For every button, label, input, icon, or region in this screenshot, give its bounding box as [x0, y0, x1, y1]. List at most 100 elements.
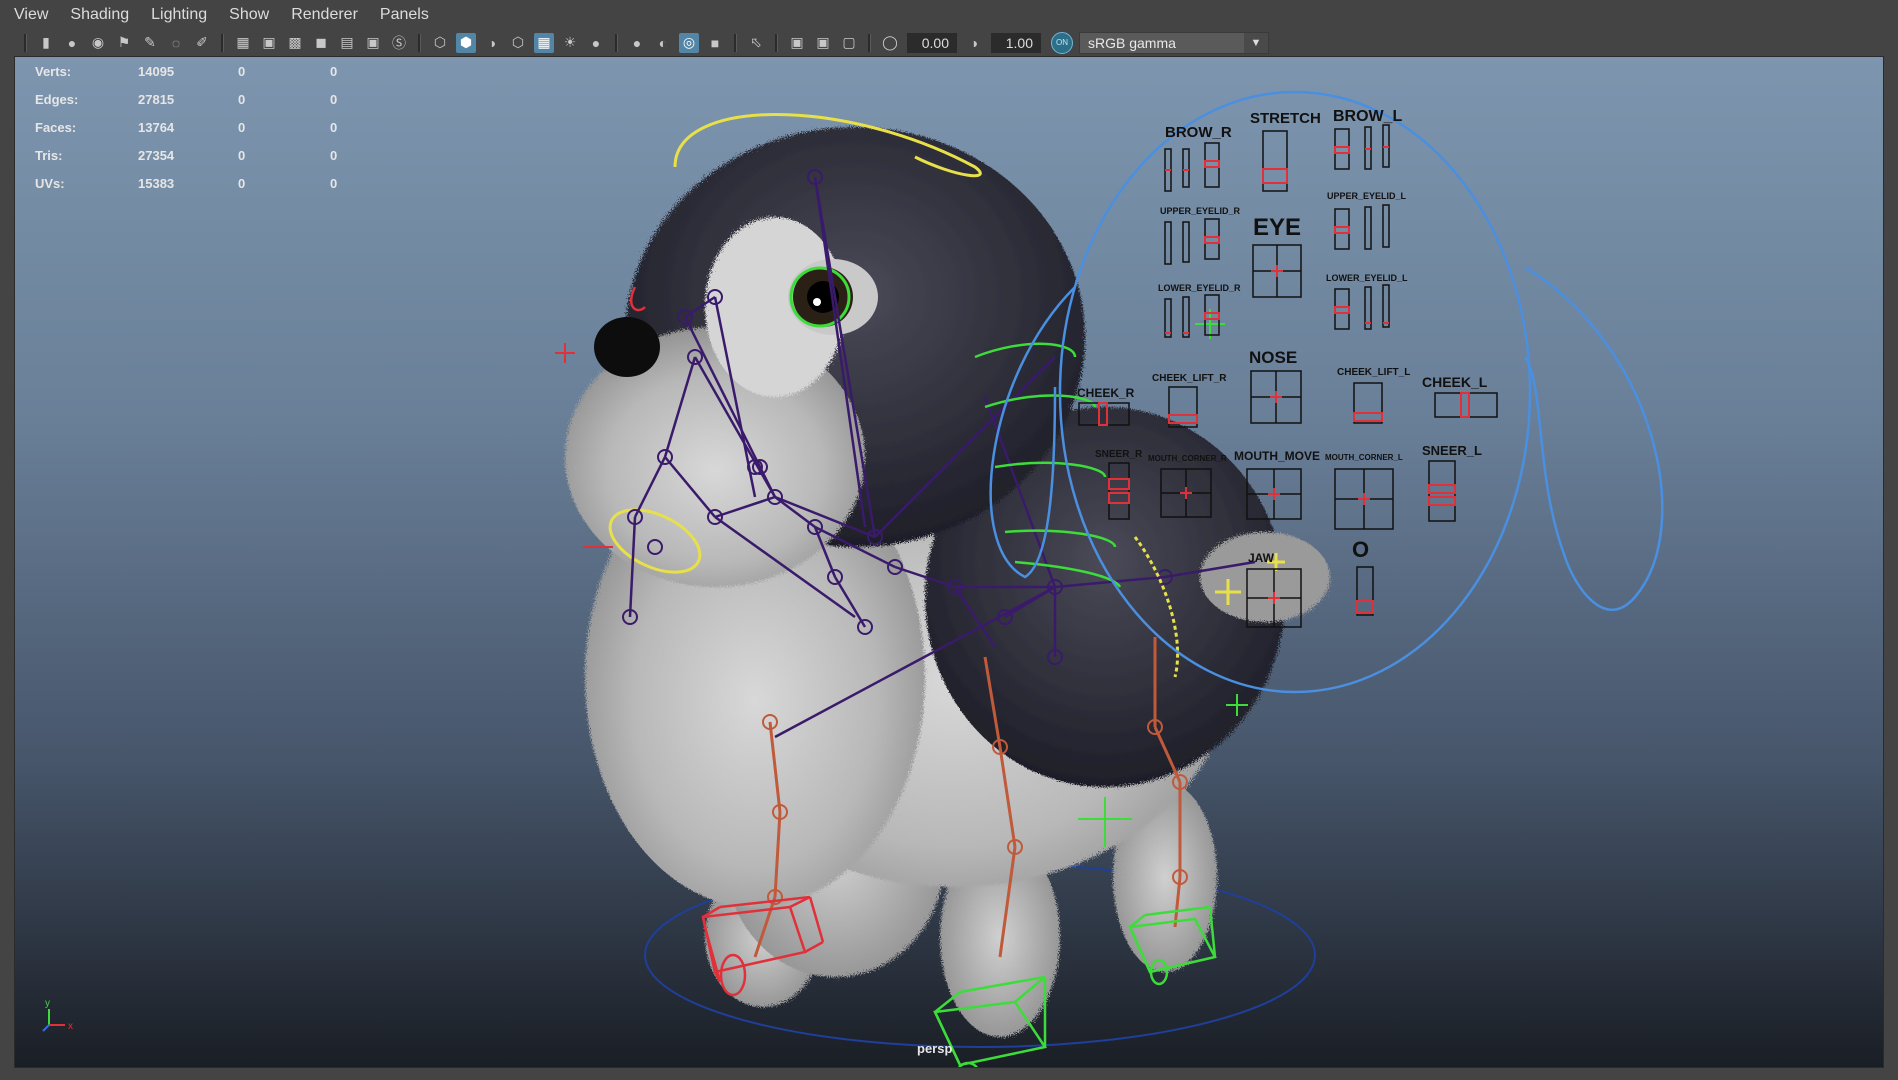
- hud-value: 15383: [138, 175, 175, 191]
- xray-joints-icon[interactable]: ▢: [839, 33, 859, 53]
- exposure-field[interactable]: 0.00: [907, 32, 957, 53]
- hud-value: 27354: [138, 147, 175, 163]
- hud-label: Tris:: [35, 147, 63, 163]
- hud-highlighted: 0: [330, 147, 338, 163]
- select-camera-icon[interactable]: ▮: [36, 33, 56, 53]
- label-upper-eyelid-l: UPPER_EYELID_L: [1327, 191, 1407, 201]
- xray-icon[interactable]: ▣: [787, 33, 807, 53]
- use-all-lights-icon[interactable]: ☀: [560, 33, 580, 53]
- label-sneer-r: SNEER_R: [1095, 449, 1143, 460]
- safe-title-icon[interactable]: Ⓢ: [389, 33, 409, 53]
- label-nose: NOSE: [1249, 348, 1297, 367]
- label-cheek-lift-r: CHEEK_LIFT_R: [1152, 373, 1227, 384]
- shadows-icon[interactable]: ●: [586, 33, 606, 53]
- label-cheek-l: CHEEK_L: [1422, 374, 1488, 390]
- menu-renderer[interactable]: Renderer: [291, 6, 358, 24]
- hud-label: UVs:: [35, 175, 65, 191]
- panel-toolbar: ▮ ● ◉ ⚑ ✎ ◌ ✐ ▦ ▣ ▩ ◼ ▤ ▣ Ⓢ ⬡ ⬢ ◑ ⬡ ▦ ☀ …: [0, 29, 1898, 56]
- toolbar-separator: [775, 33, 778, 52]
- scene-canvas[interactable]: BROW_R STRETCH BROW_L UPPER_EYELID_R EYE…: [15, 57, 1884, 1068]
- toolbar-separator: [24, 33, 27, 52]
- label-mouth-corner-r: MOUTH_CORNER_R: [1148, 454, 1227, 463]
- hud-selected: 0: [238, 119, 246, 135]
- dog-fur-mesh[interactable]: [565, 127, 1330, 1037]
- label-jaw: JAW: [1248, 551, 1275, 565]
- depth-of-field-icon[interactable]: ■: [705, 33, 725, 53]
- anti-aliasing-icon[interactable]: ◎: [679, 32, 699, 53]
- label-cheek-lift-l: CHEEK_LIFT_L: [1337, 367, 1410, 378]
- default-material-icon[interactable]: ◑: [482, 33, 502, 53]
- hud-label: Faces:: [35, 119, 77, 135]
- menu-lighting[interactable]: Lighting: [151, 6, 207, 24]
- view-transform-select[interactable]: sRGB gamma ▼: [1079, 31, 1269, 54]
- film-gate-icon[interactable]: ▣: [259, 33, 279, 53]
- safe-action-icon[interactable]: ▣: [363, 33, 383, 53]
- hud-row-edges: Edges: 27815 0 0: [35, 85, 370, 113]
- image-plane-icon[interactable]: ✎: [140, 33, 160, 53]
- hud-selected: 0: [238, 175, 246, 191]
- bookmark-icon[interactable]: ⚑: [114, 33, 134, 53]
- label-brow-r: BROW_R: [1165, 124, 1232, 141]
- hud-row-faces: Faces: 13764 0 0: [35, 113, 370, 141]
- label-brow-l: BROW_L: [1333, 108, 1403, 125]
- camera-name-label: persp: [917, 1041, 953, 1056]
- color-management-toggle[interactable]: ON: [1051, 31, 1073, 54]
- gamma-field[interactable]: 1.00: [991, 32, 1041, 53]
- hud-label: Verts:: [35, 63, 72, 79]
- label-mouth-move: MOUTH_MOVE: [1234, 449, 1320, 463]
- hud-row-tris: Tris: 27354 0 0: [35, 141, 370, 169]
- label-stretch: STRETCH: [1250, 110, 1321, 127]
- toolbar-separator: [734, 33, 737, 52]
- hud-selected: 0: [238, 91, 246, 107]
- toolbar-separator: [221, 33, 224, 52]
- axis-y-label: y: [45, 998, 50, 1009]
- toolbar-separator: [615, 33, 618, 52]
- textured-icon[interactable]: ▦: [534, 32, 554, 53]
- hud-row-uvs: UVs: 15383 0 0: [35, 169, 370, 197]
- dog-nose: [594, 317, 660, 377]
- hud-value: 14095: [138, 63, 175, 79]
- isolate-select-icon[interactable]: ⬁: [746, 33, 766, 53]
- resolution-gate-icon[interactable]: ▩: [285, 33, 305, 53]
- 2d-pan-zoom-icon[interactable]: ◌: [166, 33, 186, 53]
- xray-active-components-icon[interactable]: ▣: [813, 33, 833, 53]
- label-o: O: [1352, 537, 1369, 562]
- poly-count-hud: Verts: 14095 0 0 Edges: 27815 0 0 Faces:…: [35, 57, 370, 197]
- label-lower-eyelid-l: LOWER_EYELID_L: [1326, 273, 1408, 283]
- ear-control-left[interactable]: [1523, 265, 1664, 611]
- menu-shading[interactable]: Shading: [70, 6, 129, 24]
- chevron-down-icon[interactable]: ▼: [1244, 32, 1268, 53]
- hud-value: 13764: [138, 119, 175, 135]
- label-cheek-r: CHEEK_R: [1077, 386, 1135, 400]
- axis-x-label: x: [68, 1021, 73, 1032]
- screen-space-ao-icon[interactable]: ●: [627, 33, 647, 53]
- grease-pencil-icon[interactable]: ✐: [192, 33, 212, 53]
- lock-camera-icon[interactable]: ●: [62, 33, 82, 53]
- camera-attributes-icon[interactable]: ◉: [88, 33, 108, 53]
- hud-row-verts: Verts: 14095 0 0: [35, 57, 370, 85]
- menu-show[interactable]: Show: [229, 6, 269, 24]
- axis-gizmo-icon: y x: [42, 998, 73, 1032]
- label-mouth-corner-l: MOUTH_CORNER_L: [1325, 453, 1403, 462]
- grid-icon[interactable]: ▦: [233, 33, 253, 53]
- label-lower-eyelid-r: LOWER_EYELID_R: [1158, 283, 1241, 293]
- panel-menubar: View Shading Lighting Show Renderer Pane…: [0, 0, 1898, 29]
- gamma-icon[interactable]: ◑: [964, 33, 984, 53]
- smooth-shade-icon[interactable]: ⬢: [456, 32, 476, 53]
- hud-selected: 0: [238, 63, 246, 79]
- view-transform-value: sRGB gamma: [1088, 34, 1176, 51]
- wireframe-icon[interactable]: ⬡: [430, 33, 450, 53]
- toolbar-separator: [418, 33, 421, 52]
- menu-panels[interactable]: Panels: [380, 6, 429, 24]
- hud-highlighted: 0: [330, 91, 338, 107]
- label-upper-eyelid-r: UPPER_EYELID_R: [1160, 206, 1241, 216]
- 3d-viewport[interactable]: BROW_R STRETCH BROW_L UPPER_EYELID_R EYE…: [14, 56, 1884, 1068]
- menu-view[interactable]: View: [14, 6, 48, 24]
- field-chart-icon[interactable]: ▤: [337, 33, 357, 53]
- exposure-icon[interactable]: ◯: [880, 33, 900, 53]
- label-eye: EYE: [1253, 214, 1301, 241]
- motion-blur-icon[interactable]: ◐: [653, 33, 673, 53]
- wireframe-on-shaded-icon[interactable]: ⬡: [508, 33, 528, 53]
- gate-mask-icon[interactable]: ◼: [311, 33, 331, 53]
- hud-selected: 0: [238, 147, 246, 163]
